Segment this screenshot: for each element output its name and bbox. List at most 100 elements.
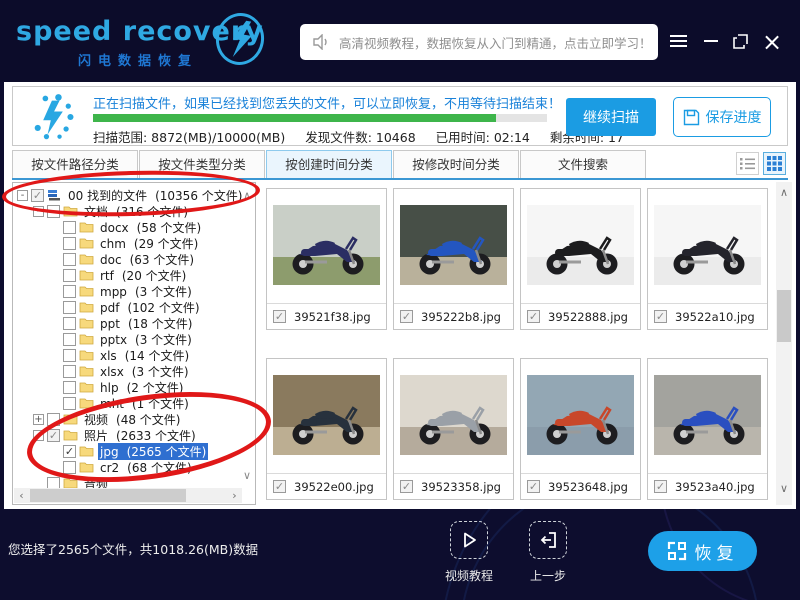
tree-checkbox[interactable]	[63, 221, 76, 234]
tree-item-count: (10356 个文件)	[155, 189, 242, 203]
file-checkbox[interactable]: ✓	[654, 480, 667, 493]
save-progress-label: 保存进度	[706, 107, 762, 127]
video-tutorial-label[interactable]: 视频教程	[429, 567, 509, 584]
tree-item-count: (102 个文件)	[127, 301, 199, 315]
file-checkbox[interactable]: ✓	[400, 310, 413, 323]
tree-checkbox[interactable]	[63, 253, 76, 266]
tree-item[interactable]: -文档(316 个文件)	[13, 203, 255, 219]
tree-checkbox[interactable]	[63, 285, 76, 298]
scroll-up-icon[interactable]: ∧	[776, 186, 792, 199]
tree-checkbox[interactable]	[63, 381, 76, 394]
scroll-right-icon[interactable]: ›	[227, 489, 242, 502]
tree-item[interactable]: mpp(3 个文件)	[13, 283, 255, 299]
tree-checkbox[interactable]	[63, 397, 76, 410]
tree-checkbox[interactable]	[63, 317, 76, 330]
tree-item[interactable]: doc(63 个文件)	[13, 251, 255, 267]
file-card[interactable]: ✓39522888.jpg	[520, 188, 641, 330]
tree-indent	[49, 302, 60, 313]
tree-item[interactable]: hlp(2 个文件)	[13, 379, 255, 395]
motorcycle-photo	[400, 205, 507, 285]
tree-item-label: doc	[100, 253, 122, 267]
file-name: 395222b8.jpg	[421, 310, 501, 324]
previous-step-label[interactable]: 上一步	[508, 567, 588, 584]
notice-banner[interactable]: 高清视频教程，数据恢复从入门到精通，点击立即学习！	[300, 24, 658, 60]
horizontal-scrollbar[interactable]: ‹ ›	[14, 488, 242, 503]
motorcycle-photo	[273, 205, 380, 285]
file-card[interactable]: ✓39523648.jpg	[520, 358, 641, 500]
tab-1[interactable]: 按文件类型分类	[139, 150, 265, 178]
list-view-icon[interactable]	[736, 152, 759, 175]
tree-item[interactable]: xlsx(3 个文件)	[13, 363, 255, 379]
collapse-icon[interactable]: -	[33, 430, 44, 441]
grid-view-icon[interactable]	[763, 152, 786, 175]
tree-checkbox[interactable]	[47, 205, 60, 218]
tree-item-label: docx	[100, 221, 129, 235]
scroll-down-icon[interactable]: ∨	[776, 482, 792, 495]
file-card[interactable]: ✓ 395222b8.jpg	[393, 188, 514, 330]
tree-checkbox[interactable]	[63, 269, 76, 282]
tree-checkbox[interactable]	[63, 461, 76, 474]
file-card[interactable]: ✓39523358.jpg	[393, 358, 514, 500]
scroll-left-icon[interactable]: ‹	[14, 489, 29, 502]
scroll-up-icon[interactable]: ∧	[243, 189, 251, 202]
tab-4[interactable]: 文件搜索	[520, 150, 646, 178]
tree-item[interactable]: chm(29 个文件)	[13, 235, 255, 251]
collapse-icon[interactable]: -	[17, 190, 28, 201]
tree-item[interactable]: ✓jpg(2565 个文件)	[13, 443, 255, 459]
file-card[interactable]: ✓39521f38.jpg	[266, 188, 387, 330]
menu-icon[interactable]	[670, 32, 687, 50]
tree-checkbox[interactable]	[63, 237, 76, 250]
tree-indent	[49, 446, 60, 457]
video-tutorial-button[interactable]	[450, 521, 488, 559]
expand-icon[interactable]: +	[33, 414, 44, 425]
file-checkbox[interactable]: ✓	[527, 310, 540, 323]
minimize-icon[interactable]	[704, 32, 718, 42]
tree-checkbox[interactable]	[63, 301, 76, 314]
close-icon[interactable]: ×	[762, 33, 782, 51]
folder-icon	[79, 381, 94, 393]
collapse-icon[interactable]: -	[33, 206, 44, 217]
tree-checkbox[interactable]	[63, 365, 76, 378]
tree-item[interactable]: pptx(3 个文件)	[13, 331, 255, 347]
tree-checkbox[interactable]: ✓	[31, 189, 44, 202]
file-checkbox[interactable]: ✓	[527, 480, 540, 493]
tree-item[interactable]: +视频(48 个文件)	[13, 411, 255, 427]
tab-0[interactable]: 按文件路径分类	[12, 150, 138, 178]
tree-checkbox[interactable]: ✓	[63, 445, 76, 458]
scrollbar-thumb[interactable]	[777, 290, 791, 342]
tree-checkbox[interactable]	[63, 333, 76, 346]
recover-button[interactable]: 恢复	[648, 531, 757, 571]
tree-checkbox[interactable]	[63, 349, 76, 362]
tree-item[interactable]: ppt(18 个文件)	[13, 315, 255, 331]
previous-step-button[interactable]	[529, 521, 567, 559]
tree-item[interactable]: xls(14 个文件)	[13, 347, 255, 363]
scrollbar-thumb[interactable]	[30, 489, 186, 502]
tree-checkbox[interactable]: ✓	[47, 429, 60, 442]
tree-item-label: mpp	[100, 285, 127, 299]
motorcycle-photo	[654, 375, 761, 455]
file-card[interactable]: ✓39523a40.jpg	[647, 358, 768, 500]
file-card[interactable]: ✓39522e00.jpg	[266, 358, 387, 500]
continue-scan-button[interactable]: 继续扫描	[566, 98, 656, 136]
tree-item[interactable]: pdf(102 个文件)	[13, 299, 255, 315]
tree-item[interactable]: docx(58 个文件)	[13, 219, 255, 235]
tree-checkbox[interactable]	[47, 413, 60, 426]
file-checkbox[interactable]: ✓	[400, 480, 413, 493]
file-checkbox[interactable]: ✓	[273, 480, 286, 493]
tree-item[interactable]: -✓照片(2633 个文件)	[13, 427, 255, 443]
tab-2[interactable]: 按创建时间分类	[266, 150, 392, 178]
tab-3[interactable]: 按修改时间分类	[393, 150, 519, 178]
tree-item[interactable]: mht(1 个文件)	[13, 395, 255, 411]
maximize-icon[interactable]	[733, 34, 748, 53]
scroll-down-icon[interactable]: ∨	[243, 469, 251, 482]
file-checkbox[interactable]: ✓	[273, 310, 286, 323]
tree-item[interactable]: cr2(68 个文件)	[13, 459, 255, 475]
tree-item[interactable]: rtf(20 个文件)	[13, 267, 255, 283]
photo-thumbnail	[654, 205, 761, 285]
file-name-row: ✓39523358.jpg	[394, 473, 513, 499]
vertical-scrollbar[interactable]: ∧ ∨	[776, 182, 792, 505]
file-checkbox[interactable]: ✓	[654, 310, 667, 323]
save-progress-button[interactable]: 保存进度	[673, 97, 771, 137]
file-card[interactable]: ✓39522a10.jpg	[647, 188, 768, 330]
tree-item[interactable]: -✓00 找到的文件(10356 个文件)	[13, 187, 255, 203]
